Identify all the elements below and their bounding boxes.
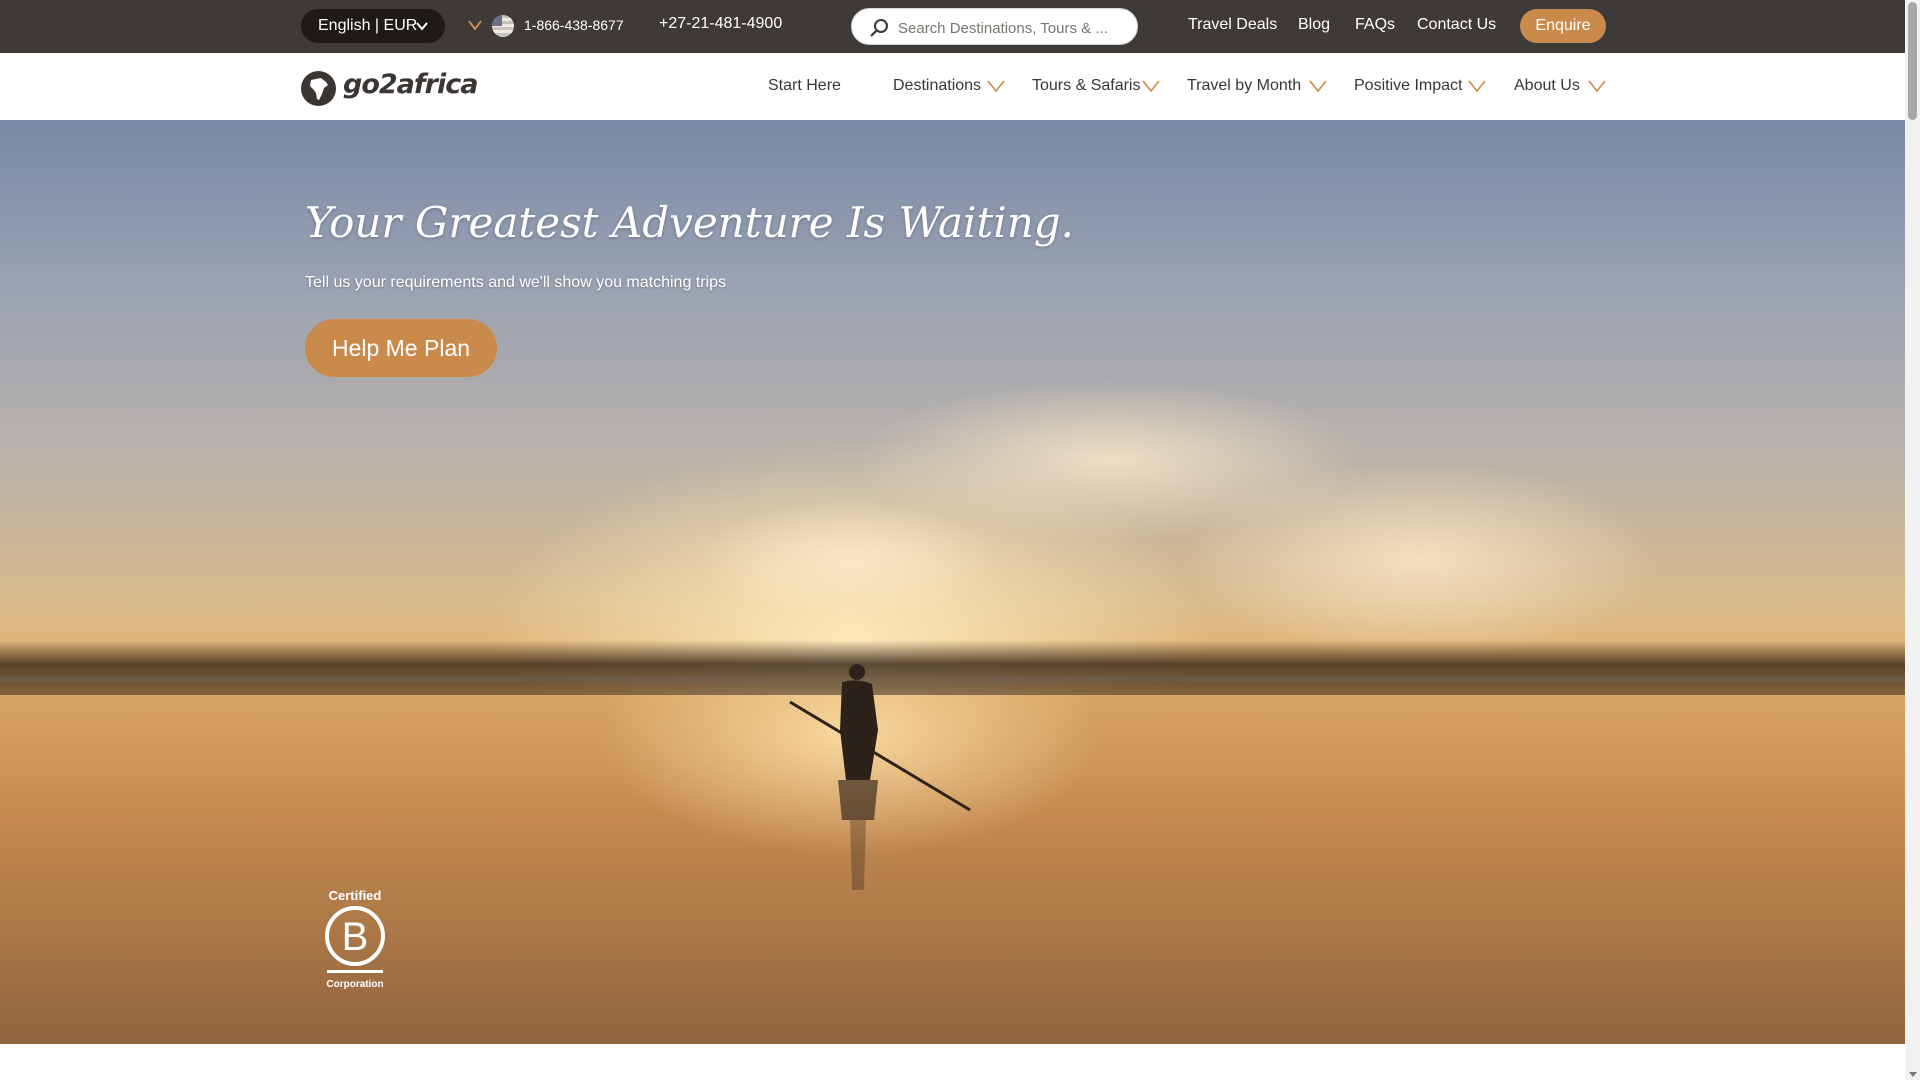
enquire-button[interactable]: Enquire (1520, 9, 1606, 43)
nav-about-us[interactable]: About Us (1514, 77, 1606, 95)
scrollbar-thumb[interactable] (1908, 2, 1917, 120)
phone-number-international[interactable]: +27-21-481-4900 (659, 15, 782, 33)
travel-deals-link[interactable]: Travel Deals (1188, 16, 1277, 34)
phone-number-us[interactable]: 1-866-438-8677 (524, 17, 624, 33)
nav-travel-by-month[interactable]: Travel by Month (1187, 77, 1327, 95)
chevron-down-icon (1588, 80, 1606, 93)
nav-item-label: Start Here (768, 77, 841, 94)
help-me-plan-button[interactable]: Help Me Plan (305, 319, 497, 377)
faqs-link[interactable]: FAQs (1355, 16, 1395, 34)
search-box[interactable] (851, 8, 1138, 45)
hero-title: Your Greatest Adventure Is Waiting. (305, 198, 1075, 247)
cloud-decoration (1180, 460, 1660, 660)
phone-dropdown-chevron-icon[interactable] (468, 19, 482, 31)
us-flag-icon[interactable] (492, 15, 514, 37)
nav-positive-impact[interactable]: Positive Impact (1354, 77, 1486, 95)
nav-tours-safaris[interactable]: Tours & Safaris (1032, 77, 1160, 95)
chevron-down-icon (1309, 80, 1327, 93)
nav-item-label: Destinations (893, 77, 982, 94)
bcorp-corporation-text: Corporation (326, 979, 383, 990)
language-currency-label: English | EUR (318, 17, 418, 34)
main-navigation: go2africa Start Here Destinations Tours … (0, 53, 1905, 121)
blog-link[interactable]: Blog (1298, 16, 1330, 34)
bcorp-certified-text: Certified (329, 888, 382, 903)
search-input[interactable] (896, 15, 1130, 41)
certified-b-corporation-badge[interactable]: Certified B Corporation (322, 886, 388, 990)
nav-item-label: Tours & Safaris (1032, 77, 1141, 94)
page-scrollbar[interactable] (1905, 0, 1920, 1080)
contact-us-link[interactable]: Contact Us (1417, 16, 1496, 34)
scroll-down-arrow-icon[interactable] (1909, 1072, 1917, 1077)
nav-item-label: About Us (1514, 77, 1580, 94)
chevron-down-icon (1468, 80, 1486, 93)
africa-logo-icon (301, 71, 336, 106)
search-icon (870, 19, 888, 37)
poler-silhouette-image (789, 664, 971, 890)
bcorp-b-letter: B (342, 915, 369, 959)
top-utility-bar: English | EUR 1-866-438-8677 +27-21-481-… (0, 0, 1905, 53)
hero-subtitle: Tell us your requirements and we'll show… (305, 274, 727, 291)
language-currency-selector[interactable]: English | EUR (301, 9, 445, 43)
hero-banner: Your Greatest Adventure Is Waiting. Tell… (0, 120, 1905, 1044)
logo-wordmark: go2africa (343, 69, 478, 100)
nav-item-label: Positive Impact (1354, 77, 1463, 94)
chevron-down-icon (416, 22, 428, 31)
cloud-decoration (700, 500, 1000, 620)
nav-item-label: Travel by Month (1187, 77, 1302, 94)
chevron-down-icon (987, 80, 1005, 93)
nav-destinations[interactable]: Destinations (893, 77, 1005, 95)
chevron-down-icon (1142, 80, 1160, 93)
nav-start-here[interactable]: Start Here (768, 77, 841, 95)
